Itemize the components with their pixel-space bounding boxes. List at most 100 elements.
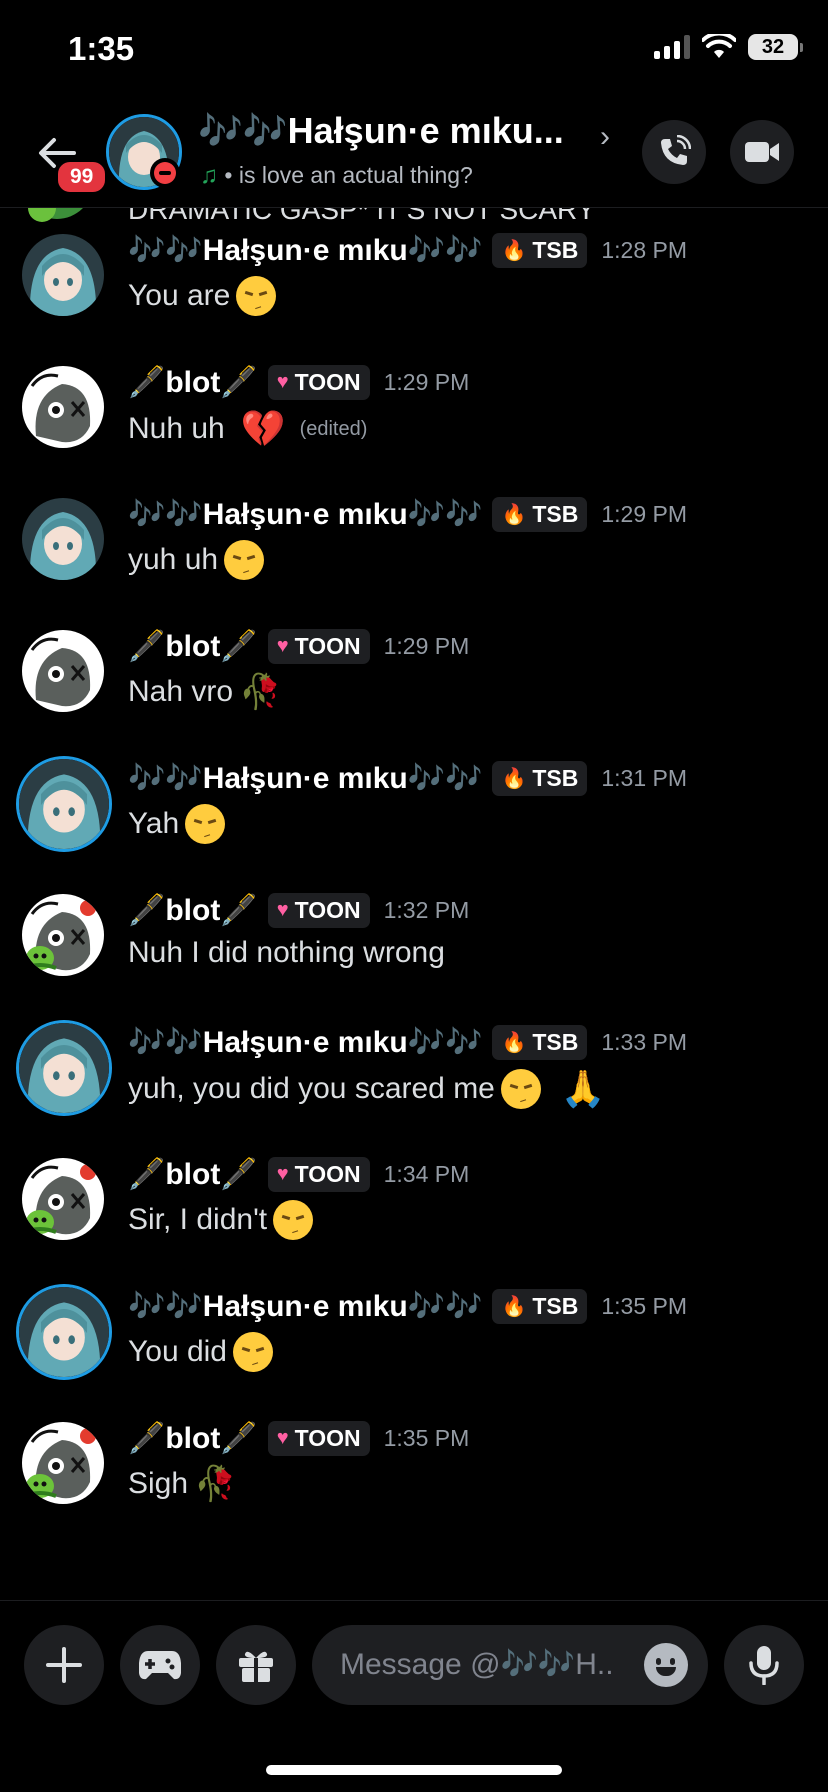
avatar[interactable] [22, 366, 104, 448]
username[interactable]: 🖋️blot🖋️ [128, 1421, 258, 1456]
username[interactable]: 🎶🎶Hałşun·e mıku🎶🎶 [128, 1025, 482, 1060]
message-row[interactable]: 🎶🎶Hałşun·e mıku🎶🎶 🔥 TSB 1:31 PM Yah [0, 756, 828, 888]
gift-button[interactable] [216, 1625, 296, 1705]
avatar[interactable] [22, 208, 92, 228]
server-tag[interactable]: ♥ TOON [267, 1420, 370, 1456]
server-tag-label: TSB [532, 500, 579, 527]
server-tag-label: TOON [294, 632, 361, 659]
status-icons: 32 [654, 34, 803, 60]
flame-icon: 🔥 [501, 1031, 527, 1054]
message-list[interactable]: DRAMATIC GASP* IT'S NOT SCARY 🎶🎶Hałşun·e… [0, 208, 828, 1600]
server-tag[interactable]: ♥ TOON [267, 364, 370, 400]
avatar[interactable] [16, 756, 112, 852]
voice-call-button[interactable] [642, 120, 706, 184]
server-tag[interactable]: 🔥 TSB [492, 496, 588, 532]
activities-button[interactable] [120, 1625, 200, 1705]
emoji-picker-button[interactable] [644, 1643, 688, 1687]
avatar[interactable] [22, 1158, 104, 1240]
pensive-face-emoji [236, 276, 277, 316]
message-row[interactable]: 🖋️blot🖋️ ♥ TOON 1:35 PM Sigh 🥀 [0, 1416, 828, 1548]
gamepad-icon [139, 1651, 181, 1680]
message-header: 🎶🎶Hałşun·e mıku🎶🎶 🔥 TSB 1:31 PM [128, 758, 687, 798]
header-custom-status: ♫ • is love an actual thing? [200, 162, 473, 190]
server-tag[interactable]: 🔥 TSB [492, 1288, 588, 1324]
message-row[interactable]: 🎶🎶Hałşun·e mıku🎶🎶 🔥 TSB 1:28 PM You are [0, 228, 828, 360]
plus-icon [46, 1647, 82, 1683]
dnd-status-icon [150, 158, 180, 188]
dm-header: 99 🎶🎶Hałşun·e mıku... › ♫ • is love an a… [0, 100, 828, 208]
add-attachment-button[interactable] [24, 1625, 104, 1705]
server-tag-label: TSB [532, 1028, 579, 1055]
heart-icon: ♥ [276, 634, 289, 657]
username[interactable]: 🖋️blot🖋️ [128, 365, 258, 400]
avatar[interactable] [22, 894, 104, 976]
home-indicator[interactable] [266, 1765, 562, 1775]
timestamp: 1:29 PM [383, 368, 470, 395]
message-header: 🎶🎶Hałşun·e mıku🎶🎶 🔥 TSB 1:29 PM [128, 494, 687, 534]
flame-icon: 🔥 [501, 239, 527, 262]
message-row[interactable]: 🖋️blot🖋️ ♥ TOON 1:34 PM Sir, I didn't [0, 1152, 828, 1284]
status-bar: 1:35 32 [0, 0, 828, 100]
server-tag[interactable]: ♥ TOON [267, 1156, 370, 1192]
avatar[interactable] [22, 498, 104, 580]
message-text: Nuh I did nothing wrong [128, 936, 445, 969]
chevron-right-icon[interactable]: › [600, 120, 610, 154]
username[interactable]: 🎶🎶Hałşun·e mıku🎶🎶 [128, 497, 482, 532]
username[interactable]: 🖋️blot🖋️ [128, 629, 258, 664]
avatar[interactable] [16, 1284, 112, 1380]
message-text: Sigh [128, 1467, 189, 1500]
message-content: You did [128, 1332, 273, 1372]
server-tag-label: TOON [294, 1160, 361, 1187]
message-composer [0, 1600, 828, 1730]
message-header: 🎶🎶Hałşun·e mıku🎶🎶 🔥 TSB 1:33 PM [128, 1022, 687, 1062]
timestamp: 1:29 PM [601, 500, 688, 527]
username[interactable]: 🎶🎶Hałşun·e mıku🎶🎶 [128, 233, 482, 268]
timestamp: 1:35 PM [601, 1292, 688, 1319]
avatar[interactable] [22, 630, 104, 712]
status-time: 1:35 [68, 30, 135, 67]
pensive-face-emoji [500, 1069, 541, 1109]
message-row[interactable]: 🎶🎶Hałşun·e mıku🎶🎶 🔥 TSB 1:33 PM yuh, you did… [0, 1020, 828, 1152]
message-row[interactable]: 🖋️blot🖋️ ♥ TOON 1:29 PM Nah vro 🥀 [0, 624, 828, 756]
username[interactable]: 🎶🎶Hałşun·e mıku🎶🎶 [128, 1289, 482, 1324]
flame-icon: 🔥 [501, 1295, 527, 1318]
message-content: Yah [128, 804, 226, 844]
clipped-message-text: DRAMATIC GASP* IT'S NOT SCARY [128, 208, 596, 225]
voice-message-button[interactable] [724, 1625, 804, 1705]
message-content: You are [128, 276, 277, 316]
username[interactable]: 🖋️blot🖋️ [128, 893, 258, 928]
video-call-button[interactable] [730, 120, 794, 184]
gift-icon [239, 1651, 273, 1682]
server-tag-label: TSB [532, 1292, 579, 1319]
message-text: Yah [128, 807, 180, 840]
pensive-face-emoji [224, 540, 265, 580]
avatar[interactable] [22, 1422, 104, 1504]
server-tag[interactable]: 🔥 TSB [492, 760, 588, 796]
heart-icon: ♥ [276, 1426, 289, 1449]
message-row[interactable]: 🖋️blot🖋️ ♥ TOON 1:32 PM Nuh I did nothing wr… [0, 888, 828, 1020]
message-text: yuh, you did you scared me [128, 1072, 495, 1105]
server-tag[interactable]: 🔥 TSB [492, 1024, 588, 1060]
message-content: Nuh uh 💔 (edited) [128, 408, 367, 450]
header-title[interactable]: 🎶🎶Hałşun·e mıku... [198, 110, 564, 152]
username[interactable]: 🖋️blot🖋️ [128, 1157, 258, 1192]
server-tag[interactable]: ♥ TOON [267, 628, 370, 664]
message-row[interactable]: 🎶🎶Hałşun·e mıku🎶🎶 🔥 TSB 1:35 PM You did [0, 1284, 828, 1416]
message-header: 🖋️blot🖋️ ♥ TOON 1:29 PM [128, 626, 469, 666]
avatar[interactable] [16, 1020, 112, 1116]
message-row[interactable]: 🎶🎶Hałşun·e mıku🎶🎶 🔥 TSB 1:29 PM yuh uh [0, 492, 828, 624]
message-row[interactable]: 🖋️blot🖋️ ♥ TOON 1:29 PM Nuh uh 💔 (edited) [0, 360, 828, 492]
message-header: 🖋️blot🖋️ ♥ TOON 1:35 PM [128, 1418, 469, 1458]
server-tag-label: TOON [294, 368, 361, 395]
video-camera-icon [745, 142, 779, 162]
avatar[interactable] [22, 234, 104, 316]
server-tag[interactable]: 🔥 TSB [492, 232, 588, 268]
message-header: 🖋️blot🖋️ ♥ TOON 1:32 PM [128, 890, 469, 930]
username[interactable]: 🎶🎶Hałşun·e mıku🎶🎶 [128, 761, 482, 796]
timestamp: 1:34 PM [383, 1160, 470, 1187]
message-content: Sigh 🥀 [128, 1464, 236, 1504]
timestamp: 1:35 PM [383, 1424, 470, 1451]
broken-heart-emoji: 💔 [240, 408, 286, 449]
message-content: Nuh I did nothing wrong [128, 936, 445, 970]
server-tag[interactable]: ♥ TOON [267, 892, 370, 928]
